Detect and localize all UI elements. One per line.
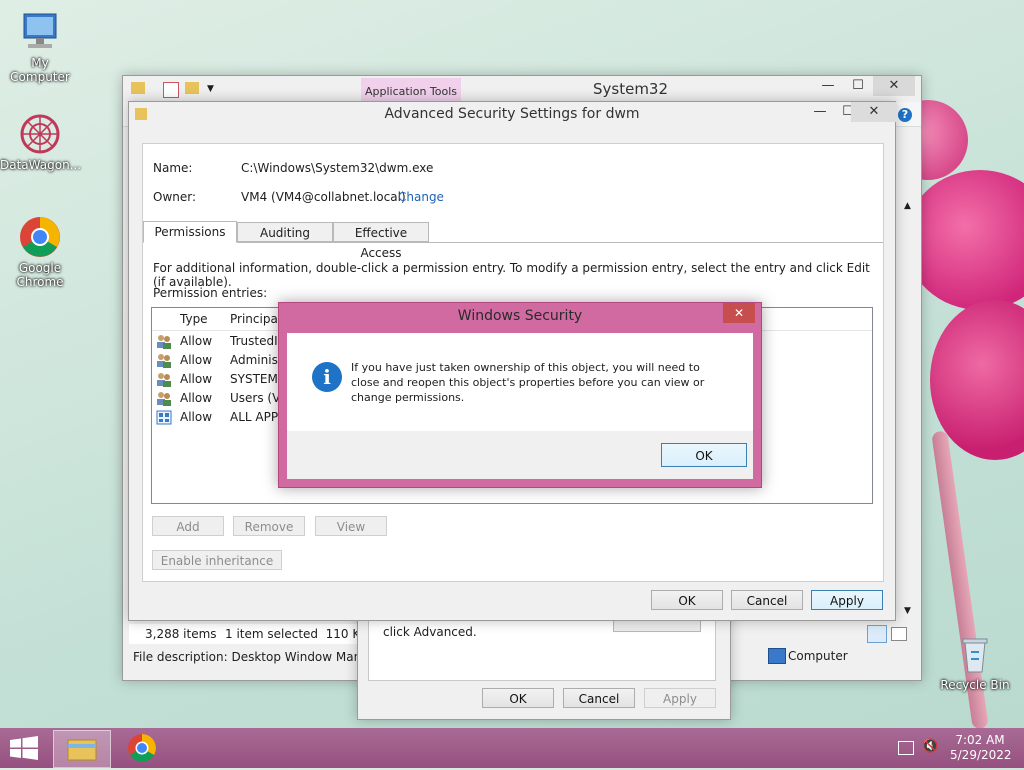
enable-inheritance-button[interactable]: Enable inheritance <box>152 550 282 570</box>
name-label: Name: <box>153 161 193 175</box>
tab-divider <box>143 242 883 243</box>
explorer-title: System32 <box>593 80 669 98</box>
owner-label: Owner: <box>153 190 197 204</box>
clock-time: 7:02 AM <box>955 733 1005 747</box>
tab-permissions[interactable]: Permissions <box>143 221 237 243</box>
wallpaper-flower <box>905 170 1024 310</box>
users-icon <box>156 372 172 387</box>
taskbar-chrome-button[interactable] <box>126 732 158 767</box>
remove-button[interactable]: Remove <box>233 516 305 536</box>
windows-logo-icon <box>10 736 38 760</box>
minimize-button[interactable]: — <box>813 76 843 96</box>
properties-text: click Advanced. <box>383 625 477 639</box>
change-owner-link[interactable]: Change <box>398 190 444 204</box>
new-folder-icon[interactable] <box>185 82 199 94</box>
volume-muted-icon[interactable]: 🔇 <box>922 739 938 754</box>
taskbar: 🔇 7:02 AM 5/29/2022 <box>0 728 1024 768</box>
scroll-up-icon[interactable]: ▲ <box>904 201 911 211</box>
owner-value: VM4 (VM4@collabnet.local) <box>241 190 406 204</box>
folder-icon <box>131 82 145 94</box>
app-packages-icon <box>156 410 172 425</box>
security-dialog-body: i If you have just taken ownership of th… <box>287 333 753 479</box>
advanced-title: Advanced Security Settings for dwm <box>384 106 640 122</box>
computer-icon <box>768 648 786 664</box>
clock-date: 5/29/2022 <box>950 748 1012 762</box>
advanced-apply-button[interactable]: Apply <box>811 590 883 610</box>
properties-apply-button[interactable]: Apply <box>644 688 716 708</box>
view-button[interactable]: View <box>315 516 387 536</box>
minimize-button[interactable]: — <box>805 102 835 122</box>
computer-label: Computer <box>788 649 848 663</box>
permissions-info: For additional information, double-click… <box>153 261 870 289</box>
properties-cancel-button[interactable]: Cancel <box>563 688 635 708</box>
advanced-ok-button[interactable]: OK <box>651 590 723 610</box>
file-description: File description: Desktop Window Manage <box>133 650 384 664</box>
chrome-icon <box>128 734 156 762</box>
large-icons-view-icon[interactable] <box>891 627 907 641</box>
network-icon[interactable] <box>898 741 914 755</box>
entries-label: Permission entries: <box>153 286 268 300</box>
help-icon[interactable]: ? <box>898 108 912 122</box>
users-icon <box>156 334 172 349</box>
status-bar: 3,288 items 1 item selected 110 KB <box>129 624 368 644</box>
users-icon <box>156 391 172 406</box>
scrollbar[interactable] <box>902 176 916 621</box>
chrome-icon <box>18 215 62 259</box>
computer-icon <box>18 10 62 54</box>
close-button[interactable]: ✕ <box>873 76 915 96</box>
security-ok-button[interactable]: OK <box>661 443 747 467</box>
info-icon: i <box>312 362 342 392</box>
users-icon <box>156 353 172 368</box>
scroll-down-icon[interactable]: ▼ <box>904 606 911 616</box>
properties-icon[interactable] <box>163 82 179 98</box>
file-explorer-icon <box>67 739 97 761</box>
advanced-button[interactable] <box>613 621 701 632</box>
name-value: C:\Windows\System32\dwm.exe <box>241 161 434 175</box>
ribbon-context-tab[interactable]: Application Tools <box>361 78 461 102</box>
desktop-icon-chrome[interactable]: Google Chrome <box>0 215 80 289</box>
security-dialog[interactable]: Windows Security ✕ i If you have just ta… <box>278 302 762 488</box>
datawagon-icon <box>18 112 62 156</box>
start-button[interactable] <box>10 736 38 763</box>
taskbar-explorer-button[interactable] <box>53 730 111 768</box>
clock[interactable]: 7:02 AM 5/29/2022 <box>950 733 1012 763</box>
properties-ok-button[interactable]: OK <box>482 688 554 708</box>
advanced-cancel-button[interactable]: Cancel <box>731 590 803 610</box>
recycle-bin-icon <box>953 632 997 676</box>
status-selected: 1 item selected 110 KB <box>225 627 369 641</box>
desktop-icon-my-computer[interactable]: My Computer <box>0 10 80 84</box>
close-icon[interactable]: ✕ <box>723 303 755 323</box>
add-button[interactable]: Add <box>152 516 224 536</box>
column-type[interactable]: Type <box>180 312 208 326</box>
tab-effective-access[interactable]: Effective Access <box>333 222 429 260</box>
desktop-icon-datawagon[interactable]: DataWagon... <box>0 112 81 172</box>
details-view-icon[interactable] <box>867 625 887 643</box>
explorer-titlebar[interactable] <box>123 76 921 102</box>
close-button[interactable]: ✕ <box>851 102 897 122</box>
status-items: 3,288 items <box>145 627 217 641</box>
column-principal[interactable]: Principal <box>230 312 281 326</box>
tab-auditing[interactable]: Auditing <box>237 222 333 242</box>
quick-access-dropdown-icon[interactable]: ▼ <box>207 84 214 94</box>
security-dialog-message: If you have just taken ownership of this… <box>351 361 705 404</box>
maximize-button[interactable]: ☐ <box>843 76 873 96</box>
security-dialog-title: Windows Security <box>457 308 583 324</box>
desktop-icon-recycle-bin[interactable]: Recycle Bin <box>935 632 1015 692</box>
